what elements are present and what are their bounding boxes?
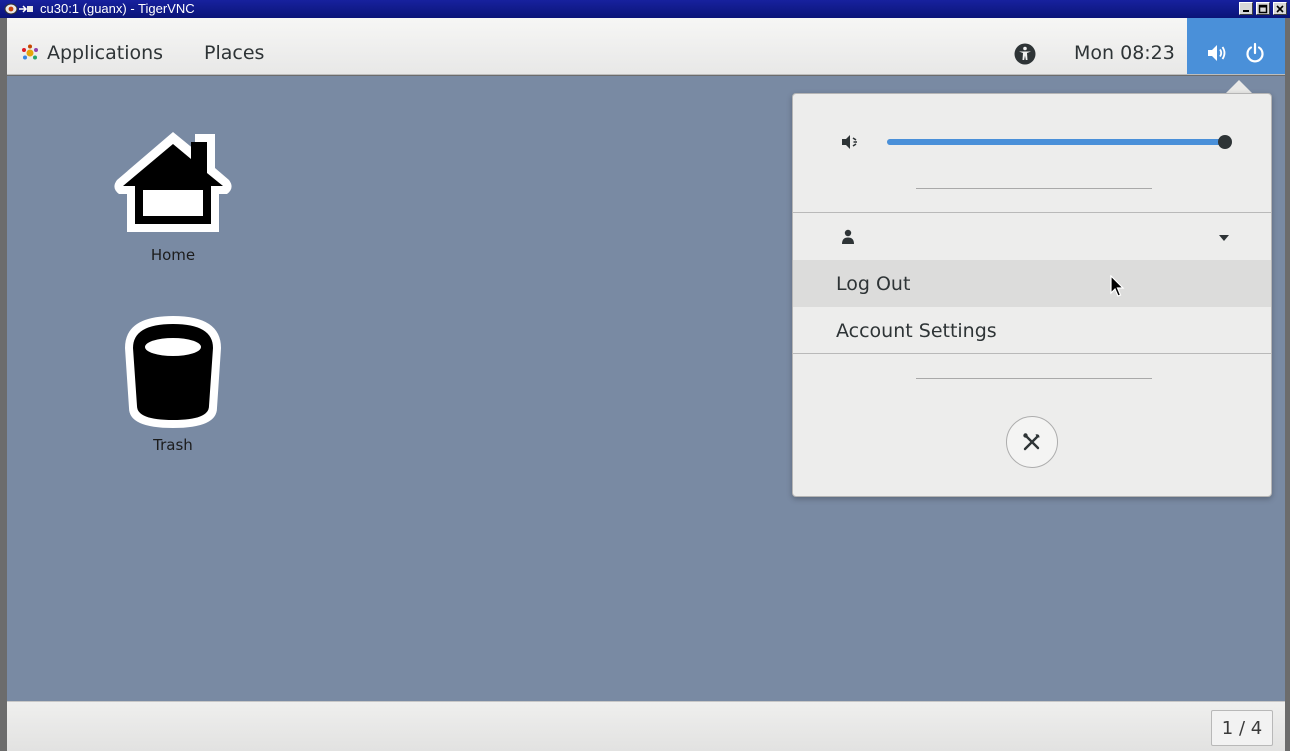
account-settings-item[interactable]: Account Settings: [793, 307, 1271, 354]
places-menu[interactable]: Places: [204, 40, 264, 66]
maximize-icon[interactable]: [1256, 2, 1270, 15]
places-label: Places: [204, 42, 265, 64]
accessibility-icon[interactable]: [1014, 43, 1036, 65]
gnome-foot-icon: [22, 44, 38, 60]
separator: [916, 378, 1152, 379]
applications-label: Applications: [47, 42, 164, 64]
popup-arrow: [1225, 80, 1253, 94]
chevron-down-icon: [1219, 235, 1229, 241]
trash-icon: [125, 316, 221, 428]
volume-muted-icon[interactable]: [841, 132, 861, 152]
bottom-panel: 1 / 4: [7, 701, 1285, 751]
user-submenu[interactable]: [793, 215, 1271, 260]
desktop-icon-label: Home: [150, 246, 196, 264]
home-folder-icon: [114, 132, 232, 232]
separator: [793, 353, 1271, 354]
vnc-app-icon: [4, 2, 34, 16]
applications-menu[interactable]: Applications: [21, 40, 163, 66]
settings-button[interactable]: [1006, 416, 1058, 468]
clock[interactable]: Mon 08:23: [1074, 40, 1175, 66]
desktop-icon-label: Trash: [153, 436, 193, 454]
desktop-icon-trash[interactable]: Trash: [113, 314, 233, 454]
vnc-titlebar[interactable]: cu30:1 (guanx) - TigerVNC: [0, 0, 1290, 18]
volume-row: [841, 132, 1241, 152]
menu-item-label: Log Out: [836, 272, 911, 295]
volume-slider-handle[interactable]: [1218, 135, 1232, 149]
separator: [916, 188, 1152, 189]
system-status-area[interactable]: [1187, 18, 1285, 74]
power-icon: [1246, 42, 1264, 63]
settings-tools-icon: [1023, 433, 1040, 451]
volume-slider[interactable]: [887, 135, 1232, 149]
gnome-top-bar: Applications Places Mon 08:23: [7, 18, 1285, 75]
system-menu-popup: Log Out Account Settings: [792, 93, 1272, 497]
vnc-window-title: cu30:1 (guanx) - TigerVNC: [40, 1, 195, 16]
window-controls: [1239, 2, 1287, 15]
mouse-pointer-icon: [1110, 275, 1125, 297]
workspace-switcher[interactable]: 1 / 4: [1211, 710, 1273, 746]
user-icon: [842, 229, 854, 244]
menu-item-label: Account Settings: [836, 319, 997, 342]
minimize-icon[interactable]: [1239, 2, 1253, 15]
log-out-item[interactable]: Log Out: [793, 260, 1271, 307]
separator: [793, 212, 1271, 213]
volume-icon: [1208, 45, 1226, 61]
desktop-icon-home[interactable]: Home: [113, 128, 233, 264]
close-icon[interactable]: [1273, 2, 1287, 15]
volume-slider-fill: [887, 139, 1225, 145]
